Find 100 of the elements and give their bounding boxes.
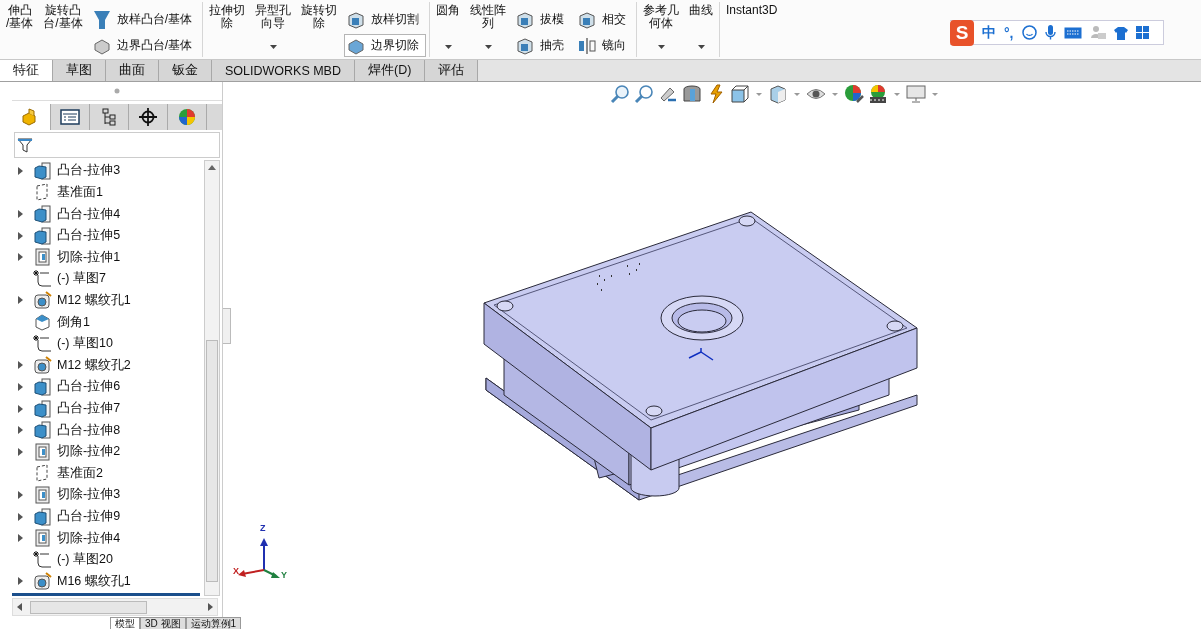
- feature-name[interactable]: 切除-拉伸3: [57, 486, 121, 504]
- cube-icon[interactable]: [730, 84, 750, 104]
- ime-button[interactable]: 中: [982, 23, 996, 42]
- expand-arrow-icon[interactable]: [18, 534, 23, 543]
- scroll-thumb[interactable]: [206, 340, 218, 582]
- ribbon-button[interactable]: 边界切除: [344, 34, 427, 57]
- horizontal-scrollbar[interactable]: [12, 598, 218, 616]
- model-view-tab[interactable]: 运动算例1: [185, 617, 242, 629]
- hole-icon: [33, 356, 53, 375]
- block-icon: [516, 10, 535, 29]
- ribbon-button[interactable]: 放样凸台/基体: [89, 8, 200, 31]
- ime-logo[interactable]: S: [950, 19, 974, 46]
- feature-name[interactable]: 凸台-拉伸4: [57, 205, 121, 223]
- vertical-scrollbar[interactable]: [204, 160, 220, 596]
- caret-icon[interactable]: [756, 92, 762, 96]
- ribbon-tab[interactable]: 草图: [53, 60, 106, 81]
- sketch-icon: [33, 334, 53, 353]
- expand-arrow-icon[interactable]: [18, 253, 23, 262]
- magnifier-icon[interactable]: [634, 84, 654, 104]
- ime-button[interactable]: °,: [1004, 24, 1014, 41]
- scroll-right-icon[interactable]: [208, 603, 213, 611]
- ribbon-button[interactable]: 抽壳: [513, 34, 572, 57]
- caret-icon[interactable]: [794, 92, 800, 96]
- ribbon-button[interactable]: 异型孔 向导: [252, 0, 295, 59]
- caret-icon[interactable]: [832, 92, 838, 96]
- cube-icon: [33, 399, 53, 418]
- expand-arrow-icon[interactable]: [18, 404, 23, 413]
- expand-arrow-icon[interactable]: [18, 166, 23, 175]
- expand-arrow-icon[interactable]: [18, 296, 23, 305]
- feature-name[interactable]: M12 螺纹孔1: [57, 291, 131, 309]
- expand-arrow-icon[interactable]: [18, 210, 23, 218]
- ribbon-tab[interactable]: 特征: [0, 60, 53, 81]
- microphone-icon[interactable]: [1044, 24, 1056, 41]
- ribbon-button[interactable]: 拉伸切 除: [206, 0, 249, 59]
- feature-name[interactable]: 基准面1: [57, 183, 103, 201]
- shirt-icon[interactable]: [1113, 25, 1128, 40]
- magnifier-icon[interactable]: [610, 84, 630, 104]
- ribbon-button[interactable]: 线性阵 列: [467, 0, 510, 59]
- ribbon-button[interactable]: 放样切割: [344, 8, 427, 31]
- feature-name[interactable]: 基准面2: [57, 464, 103, 482]
- expand-arrow-icon[interactable]: [18, 512, 23, 521]
- expand-arrow-icon[interactable]: [18, 447, 23, 456]
- scroll-thumb[interactable]: [30, 600, 147, 614]
- expand-arrow-icon[interactable]: [18, 361, 23, 370]
- keyboard-icon[interactable]: [1063, 26, 1082, 39]
- feature-name[interactable]: 凸台-拉伸8: [57, 421, 121, 439]
- box-icon: [516, 36, 535, 55]
- feature-name[interactable]: 凸台-拉伸3: [57, 162, 121, 180]
- expand-arrow-icon[interactable]: [18, 382, 23, 391]
- expand-arrow-icon[interactable]: [18, 426, 23, 435]
- ribbon-button[interactable]: 参考几 何体: [640, 0, 683, 59]
- grid-icon[interactable]: [1135, 26, 1149, 39]
- ribbon-tab[interactable]: 曲面: [106, 60, 159, 81]
- caret-icon[interactable]: [932, 92, 938, 96]
- feature-name[interactable]: 凸台-拉伸6: [57, 378, 121, 396]
- model-view-tab[interactable]: 3D 视图: [140, 617, 186, 629]
- ribbon-tab[interactable]: 焊件(D): [355, 60, 426, 81]
- feature-name[interactable]: 切除-拉伸1: [57, 248, 121, 266]
- ribbon-button[interactable]: 相交: [575, 8, 634, 31]
- ribbon-button[interactable]: 圆角: [433, 0, 464, 59]
- scroll-up-icon[interactable]: [208, 165, 216, 170]
- feature-tree-tab[interactable]: [12, 104, 51, 130]
- ribbon-tab[interactable]: 钣金: [159, 60, 212, 81]
- scroll-left-icon[interactable]: [17, 603, 22, 611]
- section-view-icon[interactable]: [682, 84, 702, 104]
- feature-name[interactable]: 切除-拉伸2: [57, 443, 121, 461]
- ribbon-tab[interactable]: SOLIDWORKS MBD: [212, 60, 355, 81]
- ribbon-button[interactable]: 旋转切 除: [298, 0, 341, 59]
- ribbon-button[interactable]: 伸凸 /基体: [3, 0, 37, 59]
- scene-icon[interactable]: [868, 84, 888, 104]
- color-wheel-icon[interactable]: [844, 84, 864, 104]
- ribbon-tab[interactable]: 评估: [425, 60, 479, 81]
- feature-name[interactable]: M12 螺纹孔2: [57, 356, 131, 374]
- rollback-bar[interactable]: [12, 593, 200, 597]
- caret-icon[interactable]: [894, 92, 900, 96]
- grip-icon[interactable]: [114, 88, 120, 94]
- expand-arrow-icon[interactable]: [18, 490, 23, 499]
- list-icon: [60, 109, 80, 125]
- feature-name[interactable]: M16 螺纹孔1: [57, 572, 131, 590]
- feature-name[interactable]: 凸台-拉伸5: [57, 227, 121, 245]
- ribbon-button[interactable]: Instant3D: [723, 0, 781, 59]
- feature-name[interactable]: 凸台-拉伸9: [57, 508, 121, 526]
- ribbon-button[interactable]: 拔模: [513, 8, 572, 31]
- feature-name[interactable]: 倒角1: [57, 313, 90, 331]
- ribbon-button[interactable]: 曲线: [686, 0, 717, 59]
- filter-icon[interactable]: [17, 137, 33, 153]
- expand-arrow-icon[interactable]: [18, 577, 23, 586]
- feature-name[interactable]: (-) 草图20: [57, 551, 113, 569]
- cube-icon[interactable]: [768, 84, 788, 104]
- ribbon-button[interactable]: 边界凸台/基体: [89, 34, 200, 57]
- model-view-tab[interactable]: 模型: [110, 617, 140, 629]
- feature-name[interactable]: (-) 草图10: [57, 335, 113, 353]
- feature-name[interactable]: 凸台-拉伸7: [57, 400, 121, 417]
- splitter-handle[interactable]: [223, 307, 231, 344]
- smiley-icon[interactable]: [1021, 25, 1037, 40]
- expand-arrow-icon[interactable]: [18, 231, 23, 240]
- ribbon-button[interactable]: 旋转凸 台/基体: [40, 0, 86, 59]
- ribbon-button[interactable]: 镜向: [575, 34, 634, 57]
- feature-name[interactable]: 切除-拉伸4: [57, 529, 121, 547]
- feature-name[interactable]: (-) 草图7: [57, 270, 106, 288]
